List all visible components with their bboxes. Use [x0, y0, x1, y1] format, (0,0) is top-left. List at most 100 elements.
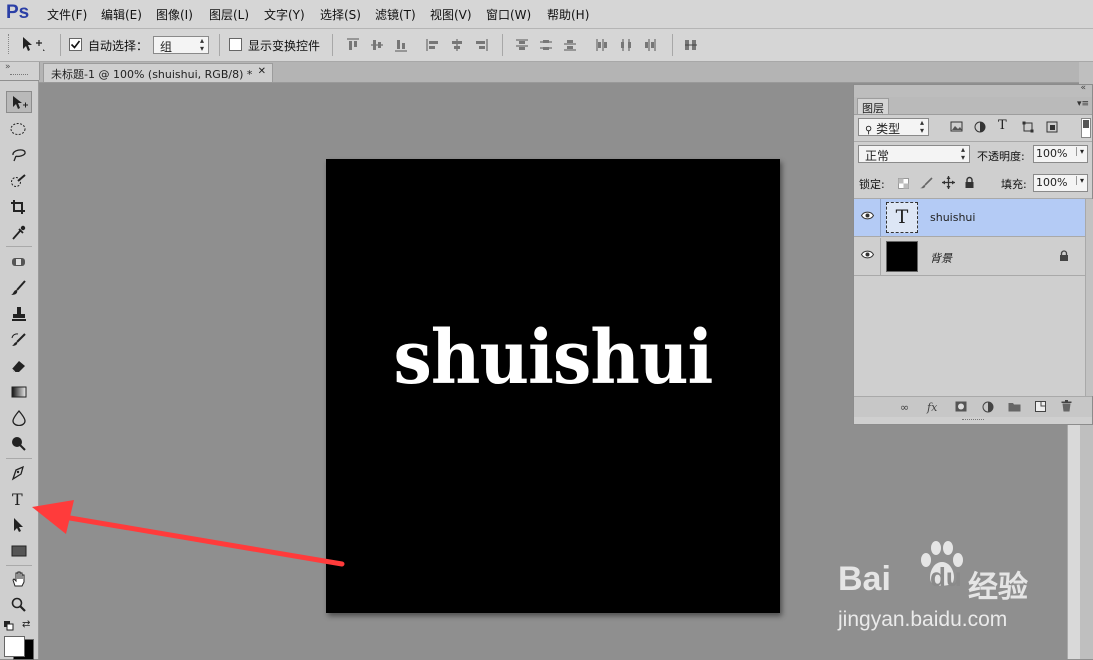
- align-top-icon[interactable]: [346, 38, 360, 52]
- history-brush-tool[interactable]: [6, 329, 32, 351]
- healing-brush-tool[interactable]: [6, 251, 32, 273]
- panel-divider: [854, 141, 1092, 142]
- fx-icon[interactable]: fx: [927, 401, 937, 414]
- swap-colors-icon[interactable]: ⇄: [22, 619, 30, 630]
- add-mask-icon[interactable]: [955, 401, 967, 412]
- layers-panel-footer: ∞ fx: [854, 396, 1092, 417]
- lock-pixels-icon[interactable]: [920, 177, 933, 189]
- menu-file[interactable]: 文件(F): [47, 6, 87, 23]
- menu-window[interactable]: 窗口(W): [486, 6, 531, 23]
- auto-select-checkbox[interactable]: [69, 38, 82, 51]
- move-tool-preset-icon[interactable]: [20, 35, 46, 56]
- distribute-vcenter-icon[interactable]: [539, 38, 553, 52]
- toolbar-grip: [10, 74, 28, 77]
- hand-tool[interactable]: [6, 568, 32, 590]
- type-tool[interactable]: T: [6, 488, 32, 510]
- menu-filter[interactable]: 滤镜(T): [375, 6, 416, 23]
- opacity-input[interactable]: 100% ▾: [1033, 145, 1088, 163]
- auto-align-icon[interactable]: [684, 38, 698, 52]
- align-bottom-icon[interactable]: [394, 38, 408, 52]
- distribute-hcenter-icon[interactable]: [619, 38, 633, 52]
- shape-filter-icon[interactable]: [1022, 121, 1034, 133]
- align-vcenter-icon[interactable]: [370, 38, 384, 52]
- eraser-tool[interactable]: [6, 355, 32, 377]
- eyedropper-tool[interactable]: [6, 222, 32, 244]
- distribute-right-icon[interactable]: [643, 38, 657, 52]
- eye-icon[interactable]: [861, 211, 874, 220]
- move-tool[interactable]: [6, 91, 32, 113]
- menu-type[interactable]: 文字(Y): [264, 6, 305, 23]
- lasso-tool[interactable]: [6, 144, 32, 166]
- foreground-color-swatch[interactable]: [4, 636, 25, 657]
- distribute-top-icon[interactable]: [515, 38, 529, 52]
- menu-view[interactable]: 视图(V): [430, 6, 472, 23]
- chevron-down-icon[interactable]: ▾: [1075, 176, 1084, 185]
- layer-row-shuishui[interactable]: T shuishui: [854, 199, 1085, 237]
- watermark-product: 经验: [968, 570, 1028, 605]
- lock-position-icon[interactable]: [942, 176, 955, 189]
- zoom-tool[interactable]: [6, 594, 32, 616]
- menu-edit[interactable]: 编辑(E): [101, 6, 142, 23]
- clone-stamp-tool[interactable]: [6, 303, 32, 325]
- document-tab[interactable]: 未标题-1 @ 100% (shuishui, RGB/8) * ✕: [43, 63, 273, 82]
- menu-select[interactable]: 选择(S): [320, 6, 361, 23]
- brush-tool[interactable]: [6, 277, 32, 299]
- collapse-icon[interactable]: »: [5, 62, 11, 72]
- tool-separator: [6, 246, 32, 247]
- document-canvas[interactable]: shuishui: [326, 159, 780, 613]
- link-layers-icon[interactable]: ∞: [900, 401, 909, 414]
- align-hcenter-icon[interactable]: [450, 38, 464, 52]
- collapse-panel-icon[interactable]: «: [1080, 83, 1086, 93]
- trash-icon[interactable]: [1061, 400, 1072, 412]
- new-layer-icon[interactable]: [1035, 401, 1046, 412]
- close-icon[interactable]: ✕: [258, 66, 266, 77]
- filter-toggle[interactable]: [1081, 118, 1091, 138]
- align-left-icon[interactable]: [426, 38, 440, 52]
- blend-mode-dropdown[interactable]: 正常 ▴ ▾: [858, 145, 970, 163]
- align-right-icon[interactable]: [474, 38, 488, 52]
- dodge-tool[interactable]: [6, 433, 32, 455]
- marquee-tool[interactable]: [6, 118, 32, 140]
- menu-layer[interactable]: 图层(L): [209, 6, 249, 23]
- vertical-scrollbar[interactable]: [1067, 425, 1080, 659]
- layer-filter-dropdown[interactable]: ⚲ 类型 ▴ ▾: [858, 118, 929, 136]
- adjustment-layer-icon[interactable]: [982, 401, 994, 413]
- show-transform-checkbox[interactable]: [229, 38, 242, 51]
- chevron-down-icon[interactable]: ▾: [1075, 147, 1084, 156]
- crop-tool[interactable]: [6, 196, 32, 218]
- type-filter-icon[interactable]: T: [998, 118, 1007, 133]
- default-colors-icon[interactable]: [4, 620, 14, 634]
- folder-icon[interactable]: [1008, 401, 1021, 412]
- gradient-tool[interactable]: [6, 381, 32, 403]
- path-selection-tool[interactable]: [6, 514, 32, 536]
- pen-tool[interactable]: [6, 462, 32, 484]
- options-separator: [60, 34, 61, 56]
- eye-icon[interactable]: [861, 250, 874, 259]
- rectangle-tool[interactable]: [6, 540, 32, 562]
- pixel-filter-icon[interactable]: [950, 121, 963, 133]
- adjustment-filter-icon[interactable]: [974, 121, 986, 133]
- layer-row-background[interactable]: 背景: [854, 238, 1085, 276]
- history-brush-icon: [11, 333, 26, 346]
- panel-menu-icon[interactable]: ▾≡: [1077, 99, 1089, 109]
- layer-name[interactable]: shuishui: [930, 211, 975, 224]
- move-icon: [13, 96, 28, 109]
- options-grip: [8, 34, 12, 54]
- quick-selection-tool[interactable]: [6, 170, 32, 192]
- layers-scrollbar[interactable]: [1085, 199, 1093, 396]
- lock-all-icon[interactable]: [964, 176, 975, 189]
- auto-select-dropdown[interactable]: 组 ▴ ▾: [153, 36, 209, 54]
- menu-image[interactable]: 图像(I): [156, 6, 193, 23]
- menu-help[interactable]: 帮助(H): [547, 6, 589, 23]
- layers-tab[interactable]: 图层: [857, 98, 889, 115]
- distribute-left-icon[interactable]: [595, 38, 609, 52]
- panel-resize-grip[interactable]: [962, 419, 984, 422]
- smart-object-filter-icon[interactable]: [1046, 121, 1058, 133]
- canvas-text-layer[interactable]: shuishui: [344, 315, 762, 401]
- tool-separator: [6, 458, 32, 459]
- distribute-bottom-icon[interactable]: [563, 38, 577, 52]
- layer-name[interactable]: 背景: [930, 250, 952, 266]
- fill-input[interactable]: 100% ▾: [1033, 174, 1088, 192]
- blur-tool[interactable]: [6, 407, 32, 429]
- lock-transparent-icon[interactable]: [898, 178, 909, 189]
